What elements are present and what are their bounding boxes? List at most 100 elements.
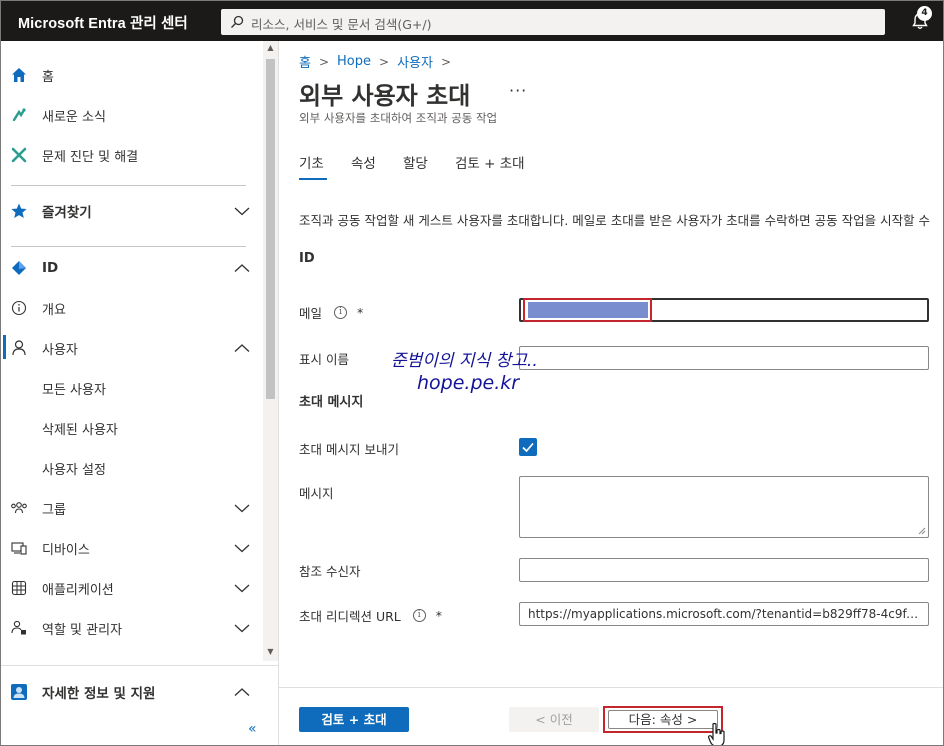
nav-overview-label: 개요 bbox=[42, 302, 66, 318]
section-identity-heading: ID bbox=[299, 251, 315, 266]
nav-favorites-label: 즐겨찾기 bbox=[42, 205, 92, 221]
tab-assignments[interactable]: 할당 bbox=[403, 152, 428, 172]
breadcrumb-chevron-icon: > bbox=[318, 54, 330, 69]
message-textarea[interactable] bbox=[519, 476, 929, 538]
watermark-text: 준범이의 지식 창고.. bbox=[391, 351, 538, 371]
support-icon bbox=[9, 682, 29, 702]
sidebar-divider bbox=[11, 246, 246, 247]
app-window: Microsoft Entra 관리 센터 리소스, 서비스 및 문서 검색(G… bbox=[0, 0, 944, 746]
chevron-down-icon[interactable] bbox=[233, 542, 251, 554]
display-name-label-row: 표시 이름 bbox=[299, 349, 349, 368]
cc-label-row: 참조 수신자 bbox=[299, 561, 360, 580]
nav-groups-label: 그룹 bbox=[42, 502, 66, 518]
app-title[interactable]: Microsoft Entra 관리 센터 bbox=[18, 12, 188, 33]
checkmark-icon bbox=[522, 442, 534, 453]
breadcrumb: 홈 > Hope > 사용자 > bbox=[299, 52, 459, 71]
breadcrumb-tenant[interactable]: Hope bbox=[337, 54, 371, 69]
info-icon[interactable]: i bbox=[412, 609, 426, 622]
identity-icon bbox=[9, 258, 29, 278]
redirect-url-label-row: 초대 리디렉션 URL i * bbox=[299, 606, 442, 625]
nav-applications-label: 애플리케이션 bbox=[42, 582, 114, 598]
nav-applications[interactable]: 애플리케이션 bbox=[1, 568, 263, 608]
nav-whats-new[interactable]: 새로운 소식 bbox=[1, 95, 263, 135]
breadcrumb-users[interactable]: 사용자 bbox=[397, 52, 433, 71]
nav-identity-label: ID bbox=[42, 260, 59, 276]
collapse-sidebar-icon[interactable]: « bbox=[248, 721, 257, 737]
send-invite-checkbox[interactable] bbox=[519, 438, 537, 456]
chevron-up-icon[interactable] bbox=[233, 342, 251, 354]
nav-groups[interactable]: 그룹 bbox=[1, 488, 263, 528]
main-content: 홈 > Hope > 사용자 > 외부 사용자 초대 ··· 외부 사용자를 초… bbox=[279, 41, 943, 745]
notification-count-badge: 4 bbox=[917, 6, 932, 21]
nav-user-settings-label: 사용자 설정 bbox=[42, 462, 106, 478]
search-placeholder: 리소스, 서비스 및 문서 검색(G+/) bbox=[251, 17, 432, 32]
send-invite-label: 초대 메시지 보내기 bbox=[299, 442, 399, 457]
nav-roles[interactable]: 역할 및 관리자 bbox=[1, 608, 263, 648]
chevron-down-icon[interactable] bbox=[233, 582, 251, 594]
nav-learn-support[interactable]: 자세한 정보 및 지원 bbox=[1, 672, 263, 712]
nav-troubleshoot-label: 문제 진단 및 해결 bbox=[42, 149, 139, 165]
info-icon bbox=[9, 298, 29, 318]
tab-review-invite[interactable]: 검토 + 초대 bbox=[455, 152, 525, 172]
nav-all-users[interactable]: 모든 사용자 bbox=[1, 368, 263, 408]
sidebar: 홈 새로운 소식 문제 진단 및 해결 즐겨찾기 ID 개요 사용자 모든 사용… bbox=[1, 41, 279, 745]
global-search-input[interactable]: 리소스, 서비스 및 문서 검색(G+/) bbox=[221, 9, 885, 35]
cc-field[interactable] bbox=[519, 558, 929, 582]
message-label: 메시지 bbox=[299, 486, 334, 501]
sidebar-scrollbar-thumb[interactable] bbox=[266, 59, 275, 399]
chevron-up-icon[interactable] bbox=[233, 686, 251, 698]
next-properties-button[interactable]: 다음: 속성 > bbox=[608, 710, 718, 729]
applications-icon bbox=[9, 578, 29, 598]
chevron-up-icon[interactable] bbox=[233, 262, 251, 274]
review-invite-button[interactable]: 검토 + 초대 bbox=[299, 707, 409, 732]
breadcrumb-home[interactable]: 홈 bbox=[299, 52, 311, 71]
user-icon bbox=[9, 338, 29, 358]
nav-all-users-label: 모든 사용자 bbox=[42, 382, 106, 398]
more-options-icon[interactable]: ··· bbox=[509, 81, 527, 100]
sidebar-divider bbox=[11, 185, 246, 186]
groups-icon bbox=[9, 498, 29, 518]
cc-label: 참조 수신자 bbox=[299, 564, 361, 579]
nav-favorites[interactable]: 즐겨찾기 bbox=[1, 191, 263, 231]
scroll-down-arrow-icon[interactable]: ▼ bbox=[265, 647, 276, 657]
tab-properties[interactable]: 속성 bbox=[351, 152, 376, 172]
nav-deleted-users[interactable]: 삭제된 사용자 bbox=[1, 408, 263, 448]
page-title: 외부 사용자 초대 bbox=[299, 82, 471, 110]
sidebar-divider bbox=[1, 665, 279, 666]
scroll-up-arrow-icon[interactable]: ▲ bbox=[265, 43, 276, 53]
nav-identity[interactable]: ID bbox=[1, 248, 263, 288]
nav-devices-label: 디바이스 bbox=[42, 542, 90, 558]
nav-devices[interactable]: 디바이스 bbox=[1, 528, 263, 568]
display-name-label: 표시 이름 bbox=[299, 352, 349, 367]
info-icon[interactable]: i bbox=[334, 306, 348, 319]
breadcrumb-chevron-icon: > bbox=[379, 54, 390, 69]
required-marker: * bbox=[435, 608, 442, 623]
home-icon bbox=[9, 65, 29, 85]
nav-troubleshoot[interactable]: 문제 진단 및 해결 bbox=[1, 135, 263, 175]
chevron-down-icon[interactable] bbox=[233, 502, 251, 514]
previous-button[interactable]: < 이전 bbox=[509, 707, 599, 732]
nav-overview[interactable]: 개요 bbox=[1, 288, 263, 328]
nav-user-settings[interactable]: 사용자 설정 bbox=[1, 448, 263, 488]
highlight-box bbox=[523, 298, 652, 322]
devices-icon bbox=[9, 538, 29, 558]
roles-icon bbox=[9, 618, 29, 638]
required-marker: * bbox=[357, 305, 364, 320]
chevron-down-icon[interactable] bbox=[233, 205, 251, 217]
active-tab-indicator bbox=[299, 178, 327, 180]
redirect-url-label: 초대 리디렉션 URL bbox=[299, 609, 401, 624]
email-label: 메일 bbox=[299, 306, 323, 321]
chevron-down-icon[interactable] bbox=[233, 622, 251, 634]
nav-home-label: 홈 bbox=[42, 69, 54, 85]
nav-home[interactable]: 홈 bbox=[1, 55, 263, 95]
nav-users-label: 사용자 bbox=[42, 342, 78, 358]
tab-basics[interactable]: 기초 bbox=[299, 152, 324, 172]
redirect-url-field[interactable]: https://myapplications.microsoft.com/?te… bbox=[519, 602, 929, 626]
section-invite-message-heading: 초대 메시지 bbox=[299, 395, 364, 410]
next-button-highlight: 다음: 속성 > bbox=[603, 706, 723, 733]
nav-users[interactable]: 사용자 bbox=[1, 328, 263, 368]
resize-handle-icon[interactable] bbox=[918, 527, 926, 535]
display-name-field[interactable] bbox=[519, 346, 929, 370]
nav-whats-new-label: 새로운 소식 bbox=[42, 109, 106, 125]
page-subtitle: 외부 사용자를 초대하여 조직과 공동 작업 bbox=[299, 111, 498, 125]
